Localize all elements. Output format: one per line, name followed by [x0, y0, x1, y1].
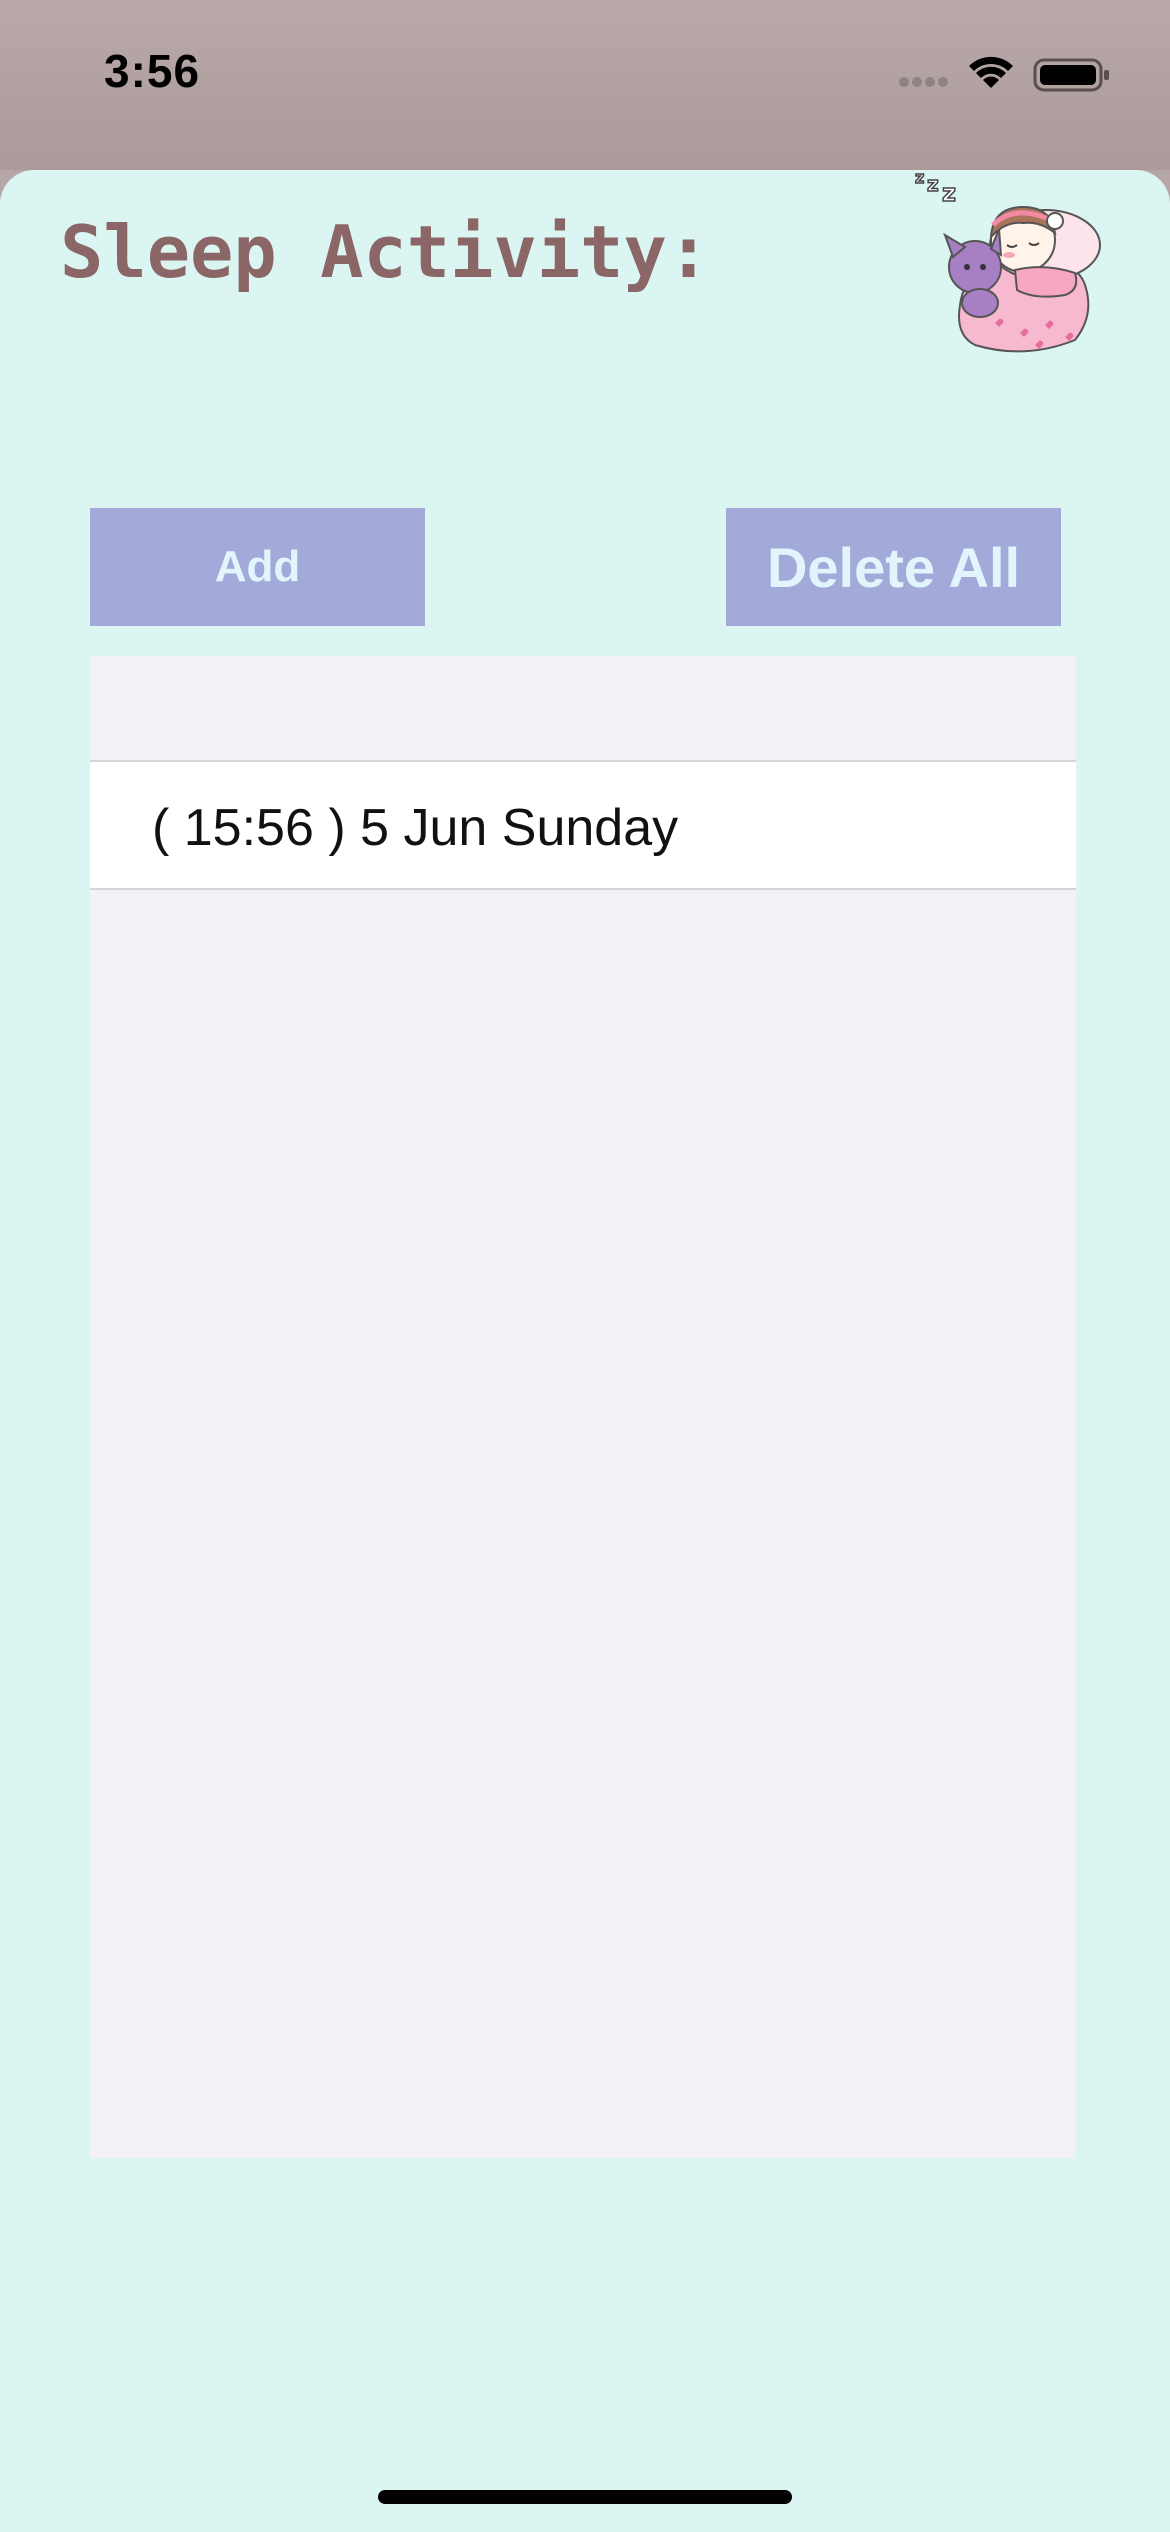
- battery-icon: [1033, 58, 1109, 92]
- status-time: 3:56: [104, 45, 201, 97]
- status-icons: [896, 54, 1116, 94]
- svg-text:z: z: [942, 179, 956, 207]
- home-indicator[interactable]: [378, 2490, 792, 2504]
- delete-all-button[interactable]: Delete All: [726, 508, 1061, 626]
- svg-text:z: z: [915, 168, 924, 187]
- status-bar: 3:56: [0, 0, 1170, 170]
- cellular-signal-icon: [899, 77, 948, 87]
- sleeping-girl-illustration: z z z: [914, 167, 1101, 353]
- activity-label: ( 15:56 ) 5 Jun Sunday: [152, 799, 679, 857]
- table-row[interactable]: ( 15:56 ) 5 Jun Sunday: [90, 760, 1076, 890]
- svg-text:z: z: [927, 172, 939, 196]
- page-title: Sleep Activity:: [60, 210, 711, 294]
- add-button[interactable]: Add: [90, 508, 425, 626]
- wifi-icon: [969, 56, 1013, 88]
- activity-table[interactable]: ( 15:56 ) 5 Jun Sunday: [90, 656, 1076, 2158]
- status-icons-graphic: [899, 56, 1109, 92]
